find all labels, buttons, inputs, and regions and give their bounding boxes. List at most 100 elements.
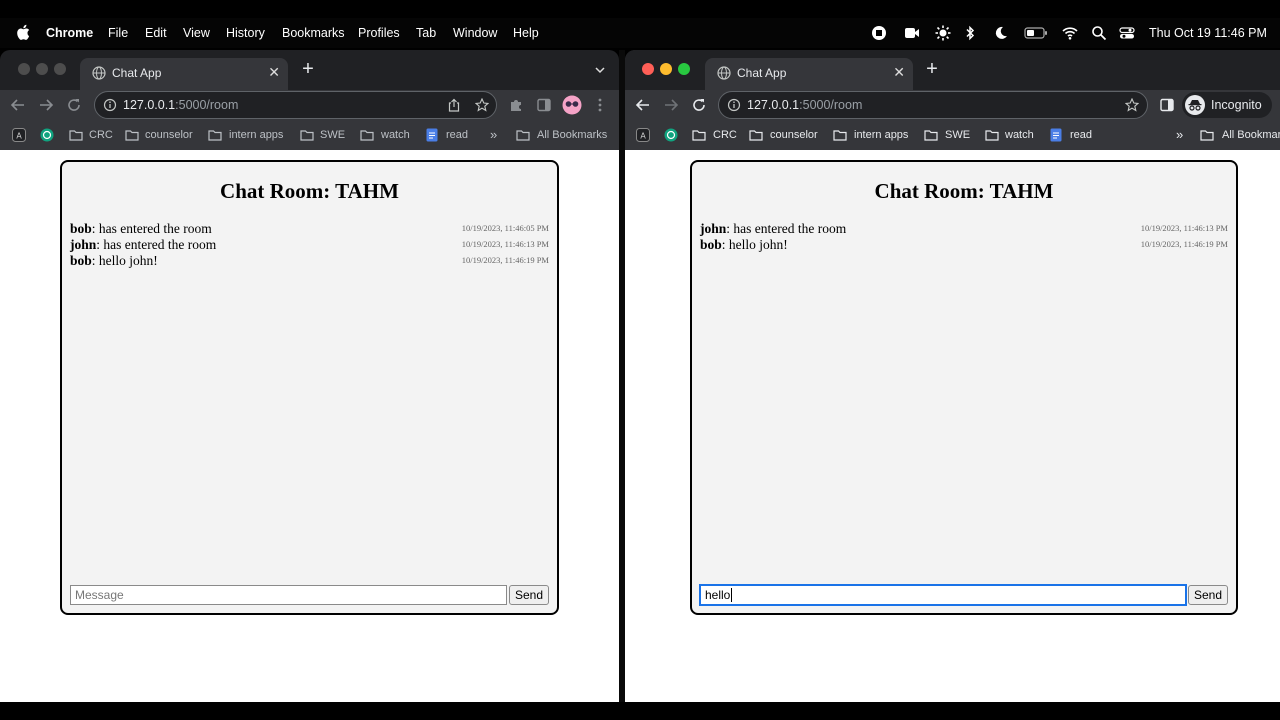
back-arrow-icon[interactable]	[10, 97, 26, 113]
forward-arrow-icon[interactable]	[663, 97, 679, 113]
message-text: : has entered the room	[91, 221, 212, 236]
folder-icon	[516, 130, 530, 141]
site-info-icon[interactable]	[727, 98, 741, 112]
bookmark-crc[interactable]: CRC	[89, 129, 113, 141]
window-close-button[interactable]	[642, 63, 654, 75]
bookmark-swe[interactable]: SWE	[945, 129, 970, 141]
svg-text:A: A	[16, 132, 22, 141]
menu-app-name[interactable]: Chrome	[46, 26, 93, 40]
tab-close-icon[interactable]: ✕	[268, 64, 280, 81]
menu-edit[interactable]: Edit	[145, 26, 167, 40]
bookmark-watch[interactable]: watch	[1005, 129, 1034, 141]
menu-profiles[interactable]: Profiles	[358, 26, 400, 40]
side-panel-icon[interactable]	[1159, 97, 1175, 113]
new-tab-button[interactable]: +	[923, 59, 941, 79]
menu-file[interactable]: File	[108, 26, 128, 40]
reload-icon[interactable]	[66, 97, 82, 113]
folder-icon	[125, 130, 139, 141]
chatgpt-icon[interactable]	[664, 128, 678, 142]
incognito-profile-chip[interactable]: Incognito	[1182, 92, 1272, 118]
menu-view[interactable]: View	[183, 26, 210, 40]
browser-toolbar: 127.0.0.1:5000/room Incognito	[625, 90, 1280, 120]
bookmarks-overflow-chevron[interactable]: »	[1176, 127, 1183, 142]
incognito-icon	[1185, 95, 1205, 115]
bookmark-read[interactable]: read	[1070, 129, 1092, 141]
tab-strip: Chat App ✕ +	[0, 50, 619, 90]
chatgpt-icon[interactable]	[40, 128, 54, 142]
message-text: : hello john!	[91, 253, 158, 268]
window-close-button[interactable]	[18, 63, 30, 75]
bookmark-intern-apps[interactable]: intern apps	[229, 129, 283, 141]
bookmark-site-icon[interactable]: A	[636, 128, 650, 142]
spotlight-search-icon[interactable]	[1091, 25, 1107, 41]
bookmarks-overflow-chevron[interactable]: »	[490, 127, 497, 142]
message-item: john: has entered the room 10/19/2023, 1…	[700, 221, 1228, 237]
side-panel-icon[interactable]	[536, 97, 552, 113]
bookmark-site-icon[interactable]: A	[12, 128, 26, 142]
window-minimize-button[interactable]	[660, 63, 672, 75]
screen-record-icon[interactable]	[871, 25, 887, 41]
bookmark-star-icon[interactable]	[475, 98, 489, 112]
message-input[interactable]: hello	[699, 584, 1187, 606]
message-item: bob: has entered the room 10/19/2023, 11…	[70, 221, 549, 237]
send-button[interactable]: Send	[1188, 585, 1228, 605]
menu-tab[interactable]: Tab	[416, 26, 436, 40]
window-minimize-button[interactable]	[36, 63, 48, 75]
bookmark-counselor[interactable]: counselor	[770, 129, 818, 141]
video-camera-icon[interactable]	[904, 25, 920, 41]
message-text: : has entered the room	[726, 221, 847, 236]
tab-chat-app[interactable]: Chat App ✕	[705, 58, 913, 90]
all-bookmarks[interactable]: All Bookmar	[1222, 129, 1280, 141]
folder-icon	[360, 130, 374, 141]
message-input[interactable]: Message	[70, 585, 507, 605]
menu-bookmarks[interactable]: Bookmarks	[282, 26, 345, 40]
chat-room-title: Chat Room: TAHM	[220, 179, 399, 203]
menu-history[interactable]: History	[226, 26, 265, 40]
wifi-icon[interactable]	[1062, 25, 1078, 41]
url-path: :5000/room	[175, 98, 239, 112]
menu-help[interactable]: Help	[513, 26, 539, 40]
all-bookmarks[interactable]: All Bookmarks	[537, 129, 607, 141]
bookmark-star-icon[interactable]	[1125, 98, 1139, 112]
bookmark-swe[interactable]: SWE	[320, 129, 345, 141]
message-author: bob	[70, 221, 92, 236]
profile-avatar[interactable]	[562, 95, 582, 115]
chat-room-panel: Chat Room: TAHM bob: has entered the roo…	[60, 160, 559, 615]
folder-icon	[300, 130, 314, 141]
menubar-clock[interactable]: Thu Oct 19 11:46 PM	[1149, 26, 1267, 40]
message-composer: hello Send	[699, 584, 1228, 606]
back-arrow-icon[interactable]	[635, 97, 651, 113]
focus-moon-icon[interactable]	[993, 25, 1009, 41]
control-center-icon[interactable]	[1119, 25, 1135, 41]
forward-arrow-icon[interactable]	[38, 97, 54, 113]
bookmark-crc[interactable]: CRC	[713, 129, 737, 141]
reload-icon[interactable]	[691, 97, 707, 113]
tab-search-chevron-icon[interactable]	[594, 64, 606, 76]
address-url: 127.0.0.1:5000/room	[747, 98, 862, 112]
address-url: 127.0.0.1:5000/room	[123, 98, 238, 112]
battery-icon[interactable]	[1024, 25, 1048, 41]
share-icon[interactable]	[447, 98, 461, 112]
folder-icon	[1200, 130, 1214, 141]
menu-window[interactable]: Window	[453, 26, 497, 40]
message-author: bob	[700, 237, 722, 252]
bookmark-counselor[interactable]: counselor	[145, 129, 193, 141]
tab-chat-app[interactable]: Chat App ✕	[80, 58, 288, 90]
browser-window-left: Chat App ✕ + 127.0.0.1:5000/room A CRC c…	[0, 50, 619, 702]
bluetooth-icon[interactable]	[962, 25, 978, 41]
site-info-icon[interactable]	[103, 98, 117, 112]
new-tab-button[interactable]: +	[299, 59, 317, 79]
apple-logo-icon[interactable]	[16, 24, 30, 41]
window-zoom-button[interactable]	[678, 63, 690, 75]
tab-close-icon[interactable]: ✕	[893, 64, 905, 81]
window-zoom-button[interactable]	[54, 63, 66, 75]
bookmark-watch[interactable]: watch	[381, 129, 410, 141]
bookmark-intern-apps[interactable]: intern apps	[854, 129, 908, 141]
extensions-puzzle-icon[interactable]	[508, 97, 524, 113]
brightness-icon[interactable]	[935, 25, 951, 41]
bookmark-read[interactable]: read	[446, 129, 468, 141]
address-bar[interactable]: 127.0.0.1:5000/room	[718, 91, 1148, 119]
address-bar[interactable]: 127.0.0.1:5000/room	[94, 91, 497, 119]
chrome-menu-kebab-icon[interactable]	[592, 97, 608, 113]
send-button[interactable]: Send	[509, 585, 549, 605]
